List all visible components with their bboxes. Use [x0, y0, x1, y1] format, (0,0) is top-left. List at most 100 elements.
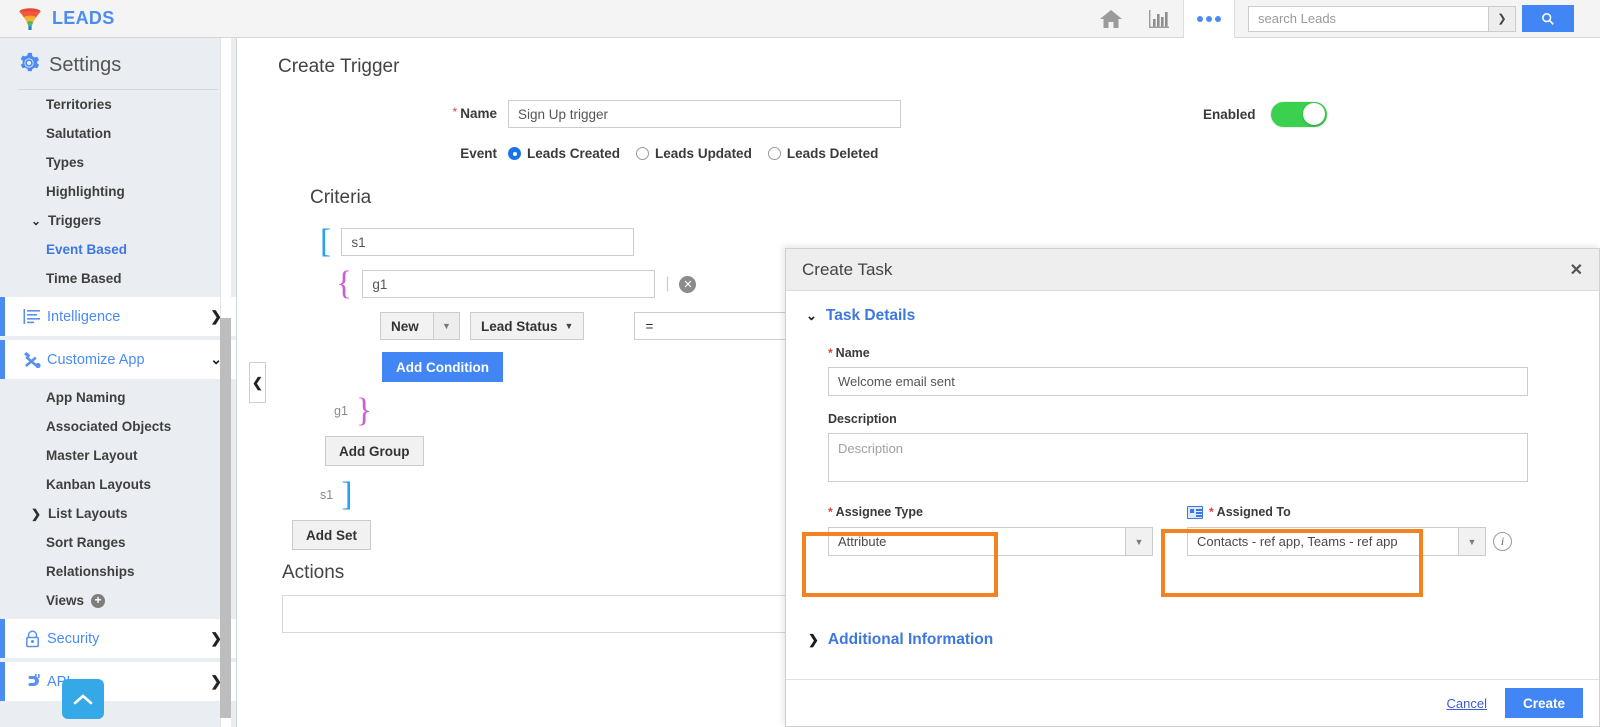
task-details-accordion[interactable]: ⌄ Task Details: [806, 307, 1579, 325]
sidebar-item-kanban-layouts[interactable]: Kanban Layouts: [0, 470, 236, 499]
set-name-input[interactable]: [341, 228, 635, 256]
sidebar-item-types[interactable]: Types: [0, 148, 236, 177]
sidebar-scrollbar-thumb[interactable]: [220, 318, 231, 718]
required-asterisk: *: [452, 105, 458, 119]
task-name-field: * Name: [828, 346, 1528, 396]
task-name-input[interactable]: [828, 367, 1528, 396]
sidebar-item-security-label: Security: [47, 630, 100, 647]
enabled-toggle-group: Enabled: [1203, 100, 1328, 128]
sidebar-item-triggers[interactable]: ⌄ Triggers: [0, 206, 236, 235]
task-name-label: * Name: [828, 346, 870, 360]
plug-icon: [17, 673, 47, 691]
close-icon[interactable]: ✕: [1570, 260, 1583, 280]
enabled-toggle[interactable]: [1269, 100, 1328, 128]
assignee-type-select[interactable]: Attribute ▼: [828, 527, 1153, 556]
sidebar-item-list-layouts-label: List Layouts: [48, 506, 128, 521]
trigger-name-input[interactable]: [508, 100, 901, 128]
brand-name: LEADS: [52, 8, 115, 28]
search-button[interactable]: [1522, 5, 1574, 32]
chevron-up-icon: [73, 694, 93, 705]
divider: |: [665, 275, 670, 292]
search-scope-dropdown[interactable]: ❯: [1488, 5, 1516, 32]
task-description-textarea[interactable]: [828, 433, 1528, 482]
sidebar-item-customize-app[interactable]: Customize App ⌄: [0, 340, 236, 379]
radio-leads-updated[interactable]: Leads Updated: [636, 146, 752, 161]
scroll-to-top-button[interactable]: [62, 679, 104, 719]
create-task-modal: Create Task ✕ ⌄ Task Details *Name Descr…: [785, 248, 1600, 727]
set-close-tag: s1: [320, 488, 334, 502]
list-lines-icon: [17, 308, 47, 325]
sidebar-item-sort-ranges[interactable]: Sort Ranges: [0, 528, 236, 557]
toggle-knob: [1302, 103, 1325, 125]
chevron-down-icon: ▼: [564, 321, 574, 331]
required-asterisk: *: [828, 346, 833, 360]
add-group-button[interactable]: Add Group: [325, 436, 424, 466]
set-open-bracket: [: [320, 223, 332, 260]
task-description-field: Description: [828, 412, 1528, 487]
condition-field-select[interactable]: Lead Status ▼: [470, 312, 585, 340]
sidebar-item-api[interactable]: API ❯: [0, 662, 236, 701]
event-label: Event: [460, 146, 497, 161]
chevron-down-icon: ▼: [1458, 527, 1486, 556]
add-condition-button[interactable]: Add Condition: [382, 352, 503, 382]
set-close-bracket: ]: [341, 476, 353, 513]
assigned-to-select[interactable]: Contacts - ref app, Teams - ref app ▼: [1187, 527, 1486, 556]
clear-circle-icon[interactable]: ✕: [679, 275, 697, 293]
radio-indicator: [508, 147, 521, 160]
chevron-right-icon: ❯: [31, 506, 42, 521]
bar-chart-icon[interactable]: [1135, 0, 1183, 38]
sidebar-item-app-naming[interactable]: App Naming: [0, 383, 236, 412]
search-area: ❯: [1248, 5, 1574, 32]
radio-indicator: [636, 147, 650, 160]
sidebar-item-security[interactable]: Security ❯: [0, 619, 236, 658]
top-bar-actions: ❯: [1087, 0, 1600, 38]
settings-sidebar: Settings Territories Salutation Types Hi…: [0, 38, 237, 727]
assigned-to-label: * Assigned To: [1187, 505, 1512, 519]
settings-header: Settings: [0, 38, 236, 89]
plus-circle-icon[interactable]: +: [91, 593, 106, 608]
sidebar-item-views[interactable]: Views +: [0, 586, 236, 615]
home-icon[interactable]: [1087, 0, 1135, 38]
condition-value-select[interactable]: New ▼: [380, 312, 460, 340]
group-name-input[interactable]: [362, 270, 656, 298]
trigger-name-label: * Name: [452, 105, 497, 121]
radio-leads-deleted[interactable]: Leads Deleted: [767, 146, 878, 161]
sidebar-item-event-based[interactable]: Event Based: [0, 235, 236, 264]
sidebar-item-relationships[interactable]: Relationships: [0, 557, 236, 586]
trigger-name-row: *Name Enabled: [262, 100, 1600, 128]
add-set-button[interactable]: Add Set: [292, 520, 372, 550]
cancel-button[interactable]: Cancel: [1447, 696, 1487, 711]
radio-indicator: [767, 147, 781, 160]
task-description-label: Description: [828, 412, 897, 426]
brand-logo[interactable]: LEADS: [17, 6, 115, 32]
search-input[interactable]: [1248, 5, 1488, 32]
group-close-tag: g1: [334, 404, 348, 418]
required-asterisk: *: [828, 505, 833, 519]
sidebar-item-salutation[interactable]: Salutation: [0, 119, 236, 148]
more-dots-icon[interactable]: [1183, 0, 1235, 38]
sidebar-item-views-label: Views: [46, 593, 85, 608]
modal-header: Create Task ✕: [786, 249, 1599, 291]
criteria-title: Criteria: [310, 187, 372, 208]
top-bar: LEADS ❯: [0, 0, 1600, 38]
chevron-down-icon: ⌄: [806, 308, 817, 323]
sidebar-item-time-based[interactable]: Time Based: [0, 264, 236, 293]
gear-icon: [18, 52, 40, 79]
chevron-down-icon: ⌄: [31, 213, 42, 228]
info-icon[interactable]: i: [1493, 532, 1512, 551]
create-button[interactable]: Create: [1504, 688, 1583, 718]
sidebar-item-customize-app-label: Customize App: [47, 351, 145, 368]
sidebar-item-intelligence[interactable]: Intelligence ❯: [0, 297, 236, 336]
sidebar-item-list-layouts[interactable]: ❯ List Layouts: [0, 499, 236, 528]
group-open-bracket: {: [336, 265, 353, 302]
additional-information-accordion[interactable]: ❯ Additional Information: [808, 631, 1579, 649]
radio-leads-created[interactable]: Leads Created: [508, 146, 620, 161]
sidebar-item-associated-objects[interactable]: Associated Objects: [0, 412, 236, 441]
sidebar-collapse-handle[interactable]: ❮: [249, 362, 266, 403]
sidebar-item-master-layout[interactable]: Master Layout: [0, 441, 236, 470]
assignee-fields-row: * Assignee Type Attribute ▼ * Assigned To …: [828, 505, 1579, 556]
required-asterisk: *: [1209, 505, 1214, 519]
sidebar-item-territories[interactable]: Territories: [0, 90, 236, 119]
tools-icon: [17, 351, 47, 369]
sidebar-item-highlighting[interactable]: Highlighting: [0, 177, 236, 206]
